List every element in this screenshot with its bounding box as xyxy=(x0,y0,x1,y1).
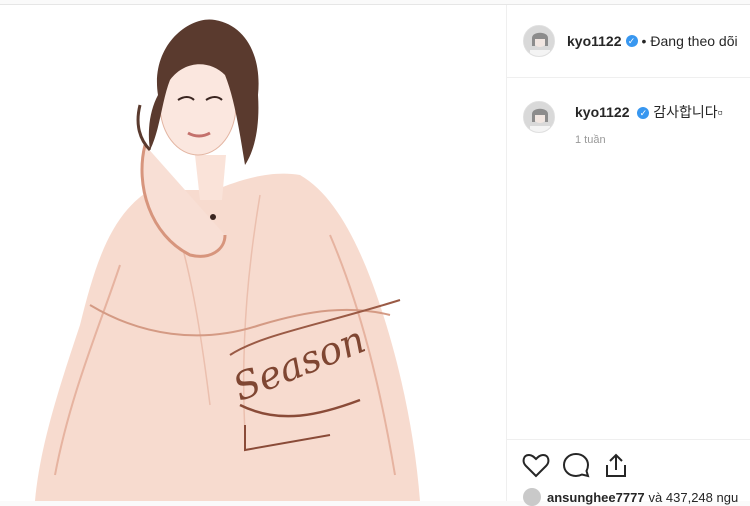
likes-summary: ansunghee7777 và 437,248 ngu xyxy=(523,488,738,506)
instagram-post: Season kyo1122 ✓ • Đang theo dõi kyo1122… xyxy=(0,4,750,506)
action-bar: ansunghee7777 và 437,248 ngu xyxy=(507,439,750,506)
separator-dot: • xyxy=(641,33,647,49)
fashion-illustration: Season xyxy=(35,19,420,501)
post-sidebar: kyo1122 ✓ • Đang theo dõi kyo1122 ✓ 감사합니… xyxy=(506,5,750,506)
username-link[interactable]: kyo1122 xyxy=(567,33,622,49)
heart-icon[interactable] xyxy=(521,450,551,480)
follow-status-button[interactable]: Đang theo dõi xyxy=(650,33,737,49)
comment-icon[interactable] xyxy=(561,450,591,480)
header-text: kyo1122 ✓ • Đang theo dõi xyxy=(567,33,738,49)
caption-comment: kyo1122 ✓ 감사합니다▫ 1 tuần xyxy=(523,101,750,149)
verified-badge-icon: ✓ xyxy=(625,35,638,47)
verified-badge-icon: ✓ xyxy=(637,107,650,120)
share-icon[interactable] xyxy=(601,450,631,480)
post-header: kyo1122 ✓ • Đang theo dõi xyxy=(507,5,750,78)
liker-username-link[interactable]: ansunghee7777 xyxy=(547,490,645,505)
comment-body: kyo1122 ✓ 감사합니다▫ 1 tuần xyxy=(575,101,723,149)
avatar-image xyxy=(524,102,554,132)
comment-text: 감사합니다▫ xyxy=(653,104,723,120)
comment-username-link[interactable]: kyo1122 xyxy=(575,104,630,120)
liker-avatar[interactable] xyxy=(523,488,541,506)
likes-count-text[interactable]: và 437,248 ngu xyxy=(649,490,739,505)
comment-timestamp[interactable]: 1 tuần xyxy=(575,131,723,149)
avatar[interactable] xyxy=(523,25,555,57)
avatar-image xyxy=(524,26,554,56)
post-image[interactable]: Season xyxy=(0,5,506,501)
avatar[interactable] xyxy=(523,101,555,133)
